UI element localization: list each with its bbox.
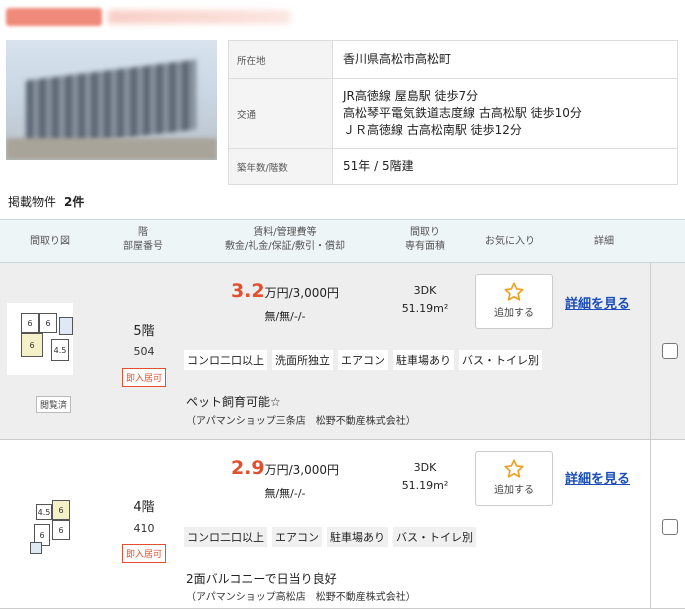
feature-tag: 駐車場あり [393,350,454,370]
rent-unit: 万円/3,000円 [264,463,340,477]
col-detail: 詳細 [594,236,614,247]
access-label: 交通 [228,78,333,149]
feature-tag: エアコン [272,527,322,547]
property-info-table: 所在地 香川県高松市高松町 交通 JR高徳線 屋島駅 徒歩7分 高松琴平電気鉄道… [228,40,678,185]
rent: 3.2万円/3,000円 [210,280,360,302]
property-type-badge [6,8,102,26]
listing-table-header: 間取り図 階 部屋番号 賃料/管理費等 敷金/礼金/保証/敷引・償却 間取り 専… [0,219,685,263]
listing-note: 2面バルコニーで日当り良好 [186,572,337,586]
room-number: 504 [133,345,155,358]
area: 51.19m² [401,479,449,492]
age-value: 51年 / 5階建 [332,148,678,185]
age-label: 築年数/階数 [228,148,333,185]
access-line: ＪＲ高徳線 古高松南駅 徒歩12分 [343,123,522,137]
col-floorplan: 間取り図 [30,236,70,247]
layout-area: 3DK 51.19m² [390,282,460,318]
building-photo[interactable] [6,40,217,160]
agency-name: （アパマンショップ三条店 松野不動産株式会社） [186,416,416,427]
col-favorite: お気に入り [485,236,535,247]
compare-checkbox[interactable] [662,519,678,535]
floor: 5階 [133,324,155,339]
add-favorite-label: 追加する [494,485,534,496]
feature-tag: エアコン [338,350,388,370]
location-label: 所在地 [228,40,333,79]
layout: 3DK [413,284,437,297]
agency-name: （アパマンショップ高松店 松野不動産株式会社） [186,592,416,603]
feature-tag: コンロ二口以上 [184,350,267,370]
viewed-badge: 閲覧済 [36,396,72,413]
listing-count: 掲載物件 2件 [8,193,84,210]
detail-link[interactable]: 詳細を見る [565,468,630,487]
layout-area: 3DK 51.19m² [390,459,460,495]
deposit: 無/無/-/- [264,310,306,323]
star-icon [504,459,524,478]
listing-row[interactable]: 4.5 6 6 6 4階 410 即入居可 2.9万円/3,000円 無/無/-… [0,440,685,609]
move-in-badge: 即入居可 [122,368,167,387]
property-name-blurred [108,10,290,24]
col-layout: 間取り 専有面積 [405,227,445,252]
area: 51.19m² [401,302,449,315]
star-icon [504,282,524,301]
layout: 3DK [413,461,437,474]
access-line: 高松琴平電気鉄道志度線 古高松駅 徒歩10分 [343,106,582,120]
feature-tag: バス・トイレ別 [393,527,476,547]
add-favorite-label: 追加する [494,308,534,319]
rent-value: 3.2 [230,280,265,302]
floorplan-image[interactable]: 6 6 6 4.5 [7,303,73,375]
col-floor: 階 部屋番号 [123,227,163,252]
access-line: JR高徳線 屋島駅 徒歩7分 [343,89,479,103]
col-rent: 賃料/管理費等 敷金/礼金/保証/敷引・償却 [224,227,346,252]
listing-count-value: 2件 [64,195,85,209]
listing-count-label: 掲載物件 [8,195,57,209]
feature-tag: 洗面所独立 [272,350,333,370]
access-value: JR高徳線 屋島駅 徒歩7分 高松琴平電気鉄道志度線 古高松駅 徒歩10分 ＪＲ… [332,78,678,149]
detail-link[interactable]: 詳細を見る [565,293,630,312]
location-value: 香川県高松市高松町 [332,40,678,79]
compare-checkbox[interactable] [662,343,678,359]
listing-note: ペット飼育可能☆ [186,395,281,409]
feature-tags: コンロ二口以上 洗面所独立 エアコン 駐車場あり バス・トイレ別 [184,350,542,370]
add-favorite-button[interactable]: 追加する [475,451,553,506]
feature-tags: コンロ二口以上 エアコン 駐車場あり バス・トイレ別 [184,527,476,547]
feature-tag: コンロ二口以上 [184,527,267,547]
move-in-badge: 即入居可 [122,544,167,563]
rent: 2.9万円/3,000円 [210,457,360,479]
add-favorite-button[interactable]: 追加する [475,274,553,329]
room-number: 410 [133,522,155,535]
floorplan-image[interactable]: 4.5 6 6 6 [24,496,80,558]
floor: 4階 [133,500,155,515]
rent-value: 2.9 [230,457,265,479]
feature-tag: バス・トイレ別 [459,350,542,370]
listing-row[interactable]: 6 6 6 4.5 閲覧済 5階 504 即入居可 3.2万円/3,000円 無… [0,263,685,440]
rent-unit: 万円/3,000円 [264,286,340,300]
feature-tag: 駐車場あり [327,527,388,547]
deposit: 無/無/-/- [264,487,306,500]
